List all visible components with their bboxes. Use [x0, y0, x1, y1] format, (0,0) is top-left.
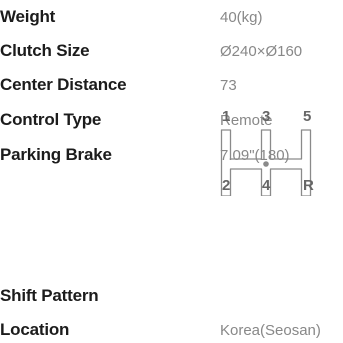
- spec-label: Center Distance: [0, 75, 127, 94]
- spec-table: Weight 40(kg) Clutch Size Ø240×Ø160 Cent…: [0, 0, 343, 343]
- gear-r-label: R: [303, 177, 314, 194]
- spec-label: Clutch Size: [0, 41, 90, 60]
- gear-4-label: 4: [262, 177, 271, 194]
- spec-label: Weight: [0, 7, 56, 26]
- shift-pattern-diagram: 1 3 5 2 4 R: [214, 108, 324, 196]
- spec-label: Parking Brake: [0, 145, 112, 164]
- spec-label: Location: [0, 320, 70, 339]
- spec-value: 40(kg): [220, 9, 263, 26]
- gear-2-label: 2: [222, 177, 231, 194]
- spec-value: 73: [220, 77, 237, 94]
- spec-label: Shift Pattern: [0, 286, 99, 305]
- neutral-dot: [263, 161, 269, 167]
- spec-value: Korea(Seosan): [220, 322, 321, 339]
- spec-label: Control Type: [0, 110, 102, 129]
- spec-value: Ø240×Ø160: [220, 43, 303, 60]
